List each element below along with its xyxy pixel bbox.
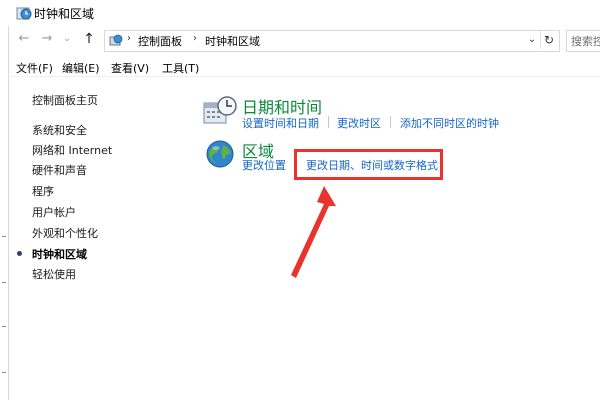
window-title: 时钟和区域: [34, 7, 95, 21]
clock-region-icon: [16, 7, 32, 20]
back-arrow-icon[interactable]: ←: [16, 31, 32, 47]
current-item-bullet-icon: [17, 251, 22, 256]
annotation-arrow-icon: [291, 186, 336, 278]
sidebar-item-appearance[interactable]: 外观和个性化: [32, 225, 98, 241]
forward-arrow-icon[interactable]: →: [39, 31, 55, 47]
edge-mark: [2, 326, 6, 327]
edge-mark: [2, 282, 6, 283]
up-arrow-icon[interactable]: ↑: [81, 31, 97, 47]
sidebar-item-ease-of-access[interactable]: 轻松使用: [32, 266, 76, 282]
sidebar-item-clock-region[interactable]: 时钟和区域: [32, 246, 87, 262]
edge-mark: [2, 236, 6, 237]
control-panel-icon: [109, 34, 123, 46]
change-timezone-link[interactable]: 更改时区: [337, 115, 381, 131]
breadcrumb-chevron-icon[interactable]: ›: [193, 33, 197, 44]
breadcrumb-chevron-icon[interactable]: ›: [127, 33, 131, 44]
breadcrumb-control-panel[interactable]: 控制面板: [138, 33, 182, 49]
menu-edit[interactable]: 编辑(E): [62, 60, 100, 76]
menu-file[interactable]: 文件(F): [16, 60, 53, 76]
sidebar-control-panel-home[interactable]: 控制面板主页: [32, 92, 98, 108]
link-separator: [390, 116, 391, 128]
breadcrumb-clock-region[interactable]: 时钟和区域: [205, 33, 260, 49]
date-time-icon: [203, 96, 237, 124]
sidebar-item-hardware-sound[interactable]: 硬件和声音: [32, 162, 87, 178]
sidebar-item-network-internet[interactable]: 网络和 Internet: [32, 142, 112, 158]
recent-dropdown-icon[interactable]: ⌄: [59, 31, 75, 47]
menu-tools[interactable]: 工具(T): [162, 60, 199, 76]
search-box[interactable]: [566, 30, 600, 52]
link-separator: [328, 116, 329, 128]
sidebar-item-system-security[interactable]: 系统和安全: [32, 122, 87, 138]
add-clocks-link[interactable]: 添加不同时区的时钟: [400, 115, 499, 131]
menu-view[interactable]: 查看(V): [111, 60, 149, 76]
sidebar-item-user-accounts[interactable]: 用户帐户: [32, 204, 76, 220]
set-time-date-link[interactable]: 设置时间和日期: [242, 115, 319, 131]
address-dropdown-icon[interactable]: ⌄: [525, 31, 539, 49]
edge-mark: [2, 372, 6, 373]
change-location-link[interactable]: 更改位置: [242, 157, 286, 173]
title-bar: [8, 0, 600, 26]
refresh-icon[interactable]: ↻: [540, 31, 557, 49]
region-globe-icon: [206, 140, 234, 168]
search-input[interactable]: [567, 31, 600, 51]
sidebar-item-programs[interactable]: 程序: [32, 183, 54, 199]
